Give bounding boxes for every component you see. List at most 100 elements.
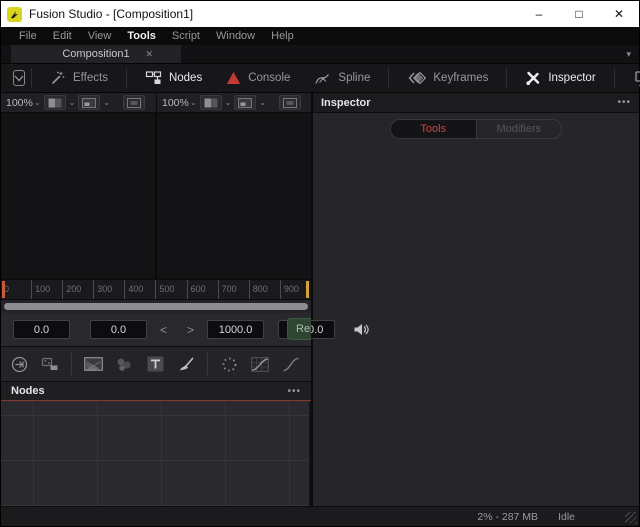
effects-button[interactable]: Effects [38, 64, 120, 92]
shelf-separator [71, 353, 72, 375]
range-start-field[interactable] [90, 320, 147, 339]
viewer-area [1, 113, 311, 279]
inspector-tab-control: Tools Modifiers [390, 119, 562, 139]
text-tool-button[interactable] [145, 355, 165, 373]
tab-tools[interactable]: Tools [391, 120, 477, 138]
chevron-down-icon: ⌄ [33, 97, 41, 107]
menu-help[interactable]: Help [263, 27, 302, 45]
ruler-tick: 200 [62, 280, 93, 299]
global-start-field[interactable] [13, 320, 70, 339]
spline-button[interactable]: Spline [302, 64, 382, 92]
menu-bar: File Edit View Tools Script Window Help [1, 27, 639, 45]
crossed-tools-icon [526, 71, 540, 85]
viewer-right-zoom-dropdown[interactable]: 100% ⌄ [162, 97, 197, 109]
tab-close-icon[interactable]: ✕ [145, 49, 153, 60]
timeline-ruler[interactable]: 0 100 200 300 400 500 600 700 800 900 [1, 279, 311, 299]
inspector-menu-button[interactable]: ••• [617, 97, 631, 108]
toolbar-separator [388, 68, 390, 88]
ab-split-button[interactable] [43, 95, 66, 110]
viewer-left-canvas[interactable] [1, 113, 155, 279]
background-icon [83, 357, 103, 371]
subview-button[interactable] [78, 95, 101, 110]
text-plus-icon [147, 356, 163, 372]
tool-shelf [1, 346, 311, 381]
close-button[interactable]: ✕ [599, 1, 639, 27]
keyframes-button[interactable]: Keyframes [395, 64, 500, 92]
maximize-button[interactable]: □ [559, 1, 599, 27]
tab-modifiers[interactable]: Modifiers [477, 120, 562, 138]
chevron-down-icon[interactable]: ⌄ [103, 98, 110, 107]
nodes-panel-menu-button[interactable]: ••• [287, 386, 301, 397]
chevron-down-icon[interactable]: ⌄ [259, 98, 266, 107]
saver-icon [41, 357, 58, 370]
tab-overflow-icon[interactable]: ▾ [626, 45, 631, 63]
nodes-label: Nodes [168, 72, 203, 84]
playhead-marker[interactable] [2, 281, 5, 298]
loader-tool-button[interactable] [9, 355, 29, 373]
zoom-value: 100% [162, 96, 189, 109]
inspector-header: Inspector ••• [313, 93, 639, 113]
main-area: 100% ⌄ ⌄ ⌄ 100% ⌄ ⌄ ⌄ 0 100 200 300 400 … [1, 93, 639, 506]
toolbar-separator [506, 68, 508, 88]
menu-script[interactable]: Script [164, 27, 208, 45]
range-end-field[interactable] [207, 320, 265, 339]
ruler-tick: 300 [93, 280, 124, 299]
toolbar-separator [125, 68, 127, 88]
scrollbar-thumb[interactable] [4, 303, 308, 310]
fastnoise-tool-button[interactable] [114, 355, 134, 373]
menu-view[interactable]: View [80, 27, 120, 45]
colorcorrector-tool-button[interactable] [281, 355, 301, 373]
subview-button[interactable] [234, 95, 257, 110]
fusion-window: Fusion Studio - [Composition1] – □ ✕ Fil… [0, 0, 640, 527]
background-tool-button[interactable] [83, 355, 103, 373]
memory-usage: 2% - 287 MB [477, 510, 539, 523]
node-editor-canvas[interactable] [1, 401, 311, 506]
render-button[interactable]: Render [287, 318, 311, 340]
nodes-panel-title: Nodes [11, 385, 45, 397]
nodes-panel-header: Nodes ••• [1, 381, 311, 401]
view-layout-toggle-button[interactable] [13, 70, 25, 86]
subview-icon [238, 97, 253, 108]
audio-mute-button[interactable] [353, 323, 369, 336]
chevron-down-icon[interactable]: ⌄ [69, 98, 76, 107]
chevron-down-icon[interactable]: ⌄ [225, 98, 232, 107]
minimize-button[interactable]: – [519, 1, 559, 27]
fusion-logo-icon [7, 6, 22, 22]
resize-grip[interactable] [625, 512, 637, 524]
menu-tools[interactable]: Tools [119, 27, 164, 45]
paint-tool-button[interactable] [176, 355, 196, 373]
viewer-right-canvas[interactable] [157, 113, 311, 279]
saver-tool-button[interactable] [40, 355, 60, 373]
ruler-tick: 100 [31, 280, 62, 299]
menu-window[interactable]: Window [208, 27, 263, 45]
status-bar: 2% - 287 MB Idle [1, 506, 639, 526]
spline-curve-icon [315, 74, 330, 84]
title-bar[interactable]: Fusion Studio - [Composition1] – □ ✕ [1, 1, 639, 27]
next-key-button[interactable]: > [180, 323, 201, 337]
inspector-tabs-row: Tools Modifiers [313, 113, 639, 145]
console-button[interactable]: Console [214, 64, 302, 92]
colorcurves-tool-button[interactable] [250, 355, 270, 373]
inspector-panel: Inspector ••• Tools Modifiers [313, 93, 639, 506]
tab-composition1[interactable]: Composition1 ✕ [11, 45, 181, 63]
nodes-button[interactable]: Nodes [133, 64, 214, 92]
prev-key-button[interactable]: < [153, 323, 174, 337]
particles-icon [222, 357, 236, 371]
roi-button[interactable] [122, 95, 145, 110]
warning-triangle-icon [227, 72, 241, 84]
menu-edit[interactable]: Edit [45, 27, 80, 45]
chevron-down-icon: ⌄ [189, 97, 197, 107]
inspector-button[interactable]: Inspector [513, 64, 607, 92]
particles-tool-button[interactable] [219, 355, 239, 373]
stacked-diamonds-icon [408, 71, 427, 85]
ab-split-icon [48, 98, 62, 107]
range-end-marker[interactable] [306, 281, 309, 298]
ruler-tick: 0 [4, 284, 10, 294]
menu-file[interactable]: File [11, 27, 45, 45]
roi-button[interactable] [278, 95, 301, 110]
ab-split-button[interactable] [199, 95, 222, 110]
external-monitor-button[interactable] [621, 70, 640, 87]
keyframes-label: Keyframes [433, 72, 489, 84]
tab-label: Composition1 [62, 48, 130, 60]
viewer-left-zoom-dropdown[interactable]: 100% ⌄ [6, 97, 41, 109]
